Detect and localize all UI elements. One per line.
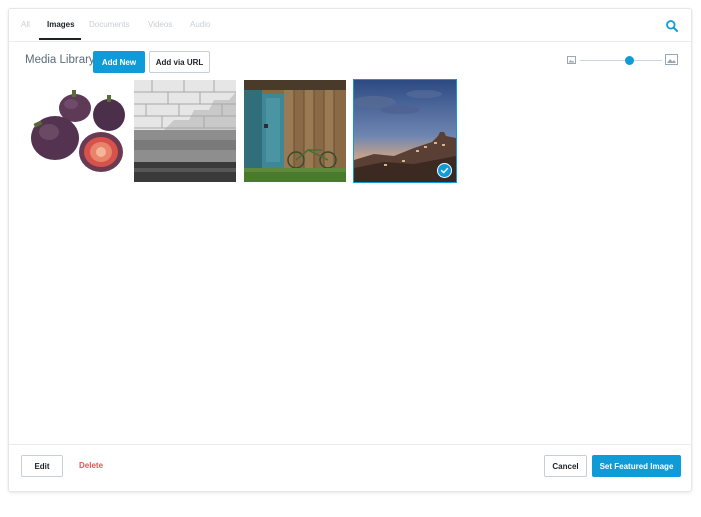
page-title: Media Library [25,54,95,66]
media-modal: All Images Documents Videos Audio Media … [8,8,692,492]
add-new-button[interactable]: Add New [93,51,145,73]
image-small-icon [567,56,576,64]
tab-documents[interactable]: Documents [89,20,129,29]
thumbnail-size-slider[interactable] [567,53,681,67]
slider-handle[interactable] [624,56,634,65]
media-item-wooden-door[interactable] [244,80,346,182]
modal-footer: Edit Delete Cancel Set Featured Image [9,444,691,491]
tab-images[interactable]: Images [47,20,75,29]
media-item-stone-wall[interactable] [134,80,236,182]
wooden-door-image [244,80,346,182]
media-item-hilltop-town[interactable] [353,79,457,183]
stone-wall-image [134,80,236,182]
tab-videos[interactable]: Videos [148,20,172,29]
delete-button[interactable]: Delete [79,461,103,470]
add-via-url-button[interactable]: Add via URL [149,51,210,73]
selected-check-badge[interactable] [437,163,452,178]
search-icon [666,20,678,32]
image-large-icon [665,54,678,65]
tab-all[interactable]: All [21,20,30,29]
checkmark-icon [440,167,449,174]
slider-track[interactable] [580,60,662,61]
search-button[interactable] [665,19,679,33]
edit-button[interactable]: Edit [21,455,63,477]
set-featured-image-button[interactable]: Set Featured Image [592,455,681,477]
figs-image [25,80,127,182]
active-tab-indicator [39,38,81,40]
media-item-figs[interactable] [25,80,127,182]
tab-audio[interactable]: Audio [190,20,210,29]
media-type-tabs: All Images Documents Videos Audio [9,9,691,42]
cancel-button[interactable]: Cancel [544,455,587,477]
